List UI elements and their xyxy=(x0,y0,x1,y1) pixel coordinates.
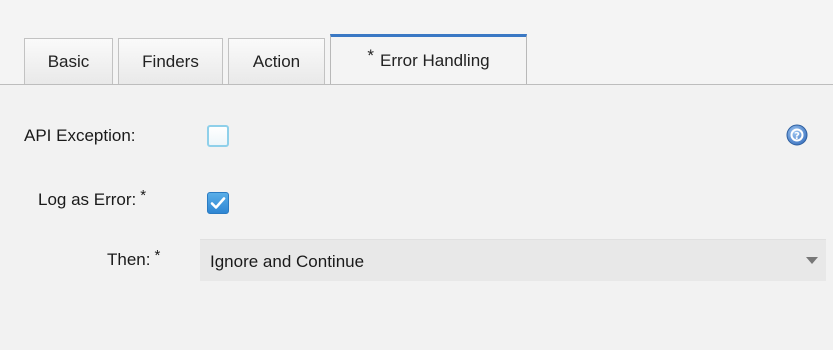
then-label: Then: * xyxy=(107,247,161,269)
tab-finders[interactable]: Finders xyxy=(118,38,223,84)
api-exception-checkbox[interactable] xyxy=(207,125,229,147)
tab-action[interactable]: Action xyxy=(228,38,325,84)
log-as-error-label: Log as Error: * xyxy=(38,187,147,209)
required-marker: * xyxy=(154,247,161,264)
tab-bar: Basic Finders Action * Error Handling xyxy=(0,0,833,85)
chevron-down-icon[interactable] xyxy=(806,257,818,264)
tab-basic[interactable]: Basic xyxy=(24,38,113,84)
log-as-error-checkbox[interactable] xyxy=(207,192,229,214)
tab-action-label: Action xyxy=(252,51,301,71)
then-select-value: Ignore and Continue xyxy=(210,252,365,271)
tab-modified-marker: * xyxy=(367,46,374,65)
help-icon[interactable]: ? xyxy=(786,124,808,146)
tab-error-handling[interactable]: * Error Handling xyxy=(330,34,527,85)
check-icon xyxy=(210,197,226,209)
error-handling-panel xyxy=(0,85,833,350)
then-select[interactable]: Ignore and Continue xyxy=(200,239,826,281)
api-exception-label: API Exception: xyxy=(24,126,136,145)
tab-finders-label: Finders xyxy=(142,51,199,71)
tab-basic-label: Basic xyxy=(47,51,90,71)
svg-text:?: ? xyxy=(794,131,800,142)
required-marker: * xyxy=(140,187,147,204)
tab-error-handling-label: Error Handling xyxy=(380,51,490,70)
